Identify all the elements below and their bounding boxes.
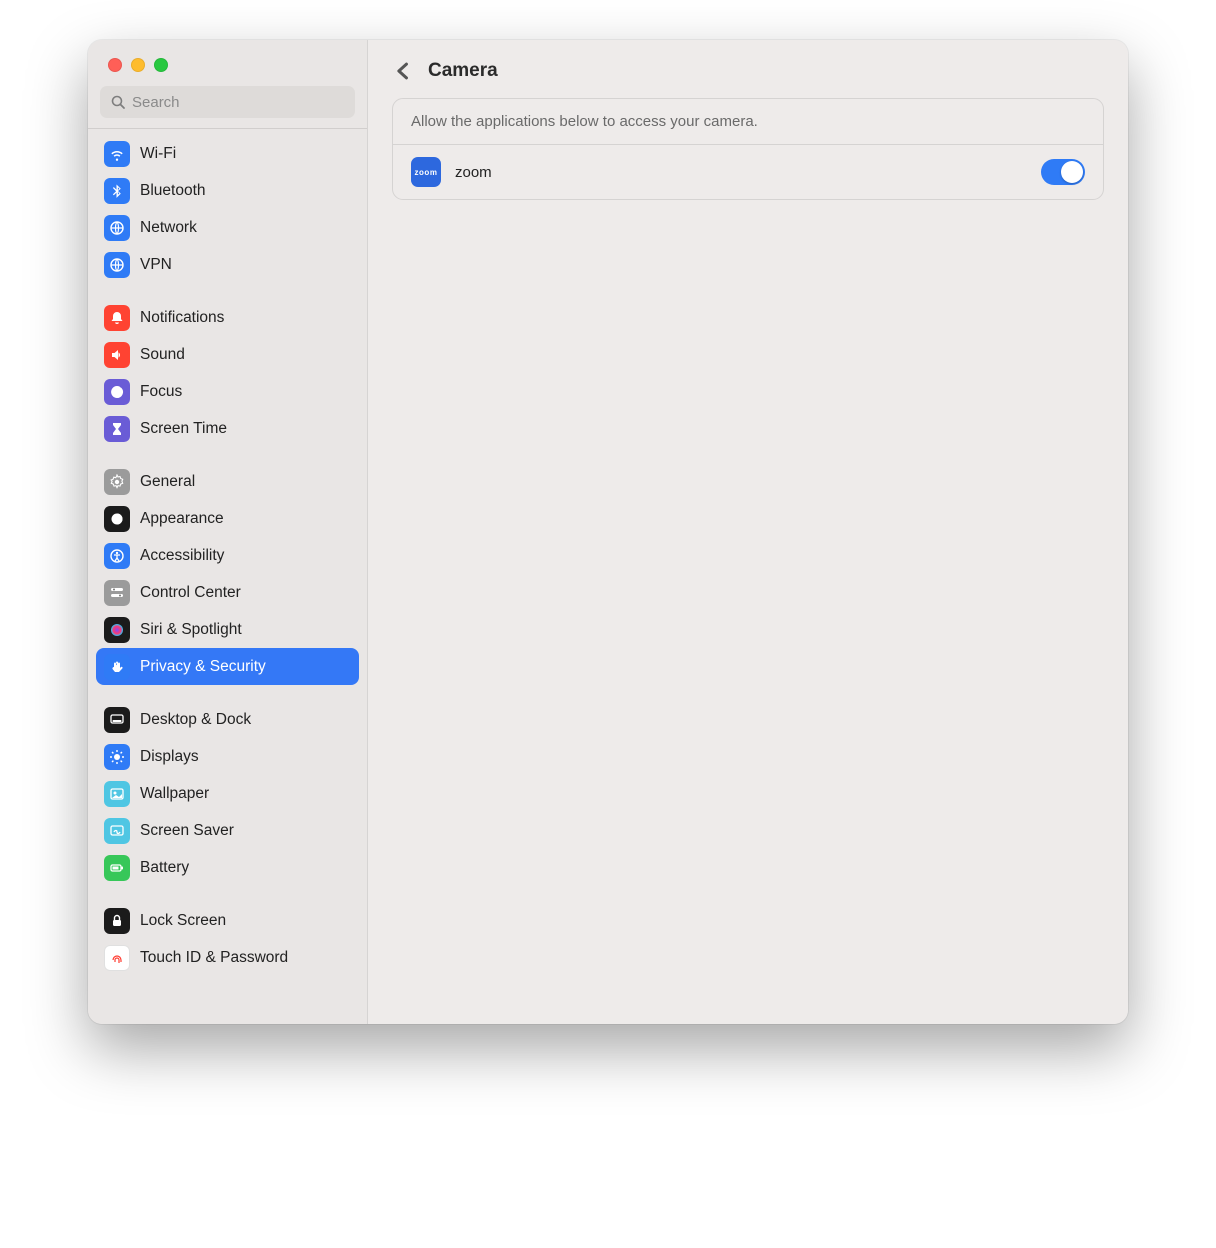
sidebar-item-vpn[interactable]: VPN xyxy=(96,246,359,283)
bell-icon xyxy=(104,305,130,331)
sidebar-item-accessibility[interactable]: Accessibility xyxy=(96,537,359,574)
lock-icon xyxy=(104,908,130,934)
displays-icon xyxy=(104,744,130,770)
minimize-window-button[interactable] xyxy=(131,58,145,72)
sidebar-item-displays[interactable]: Displays xyxy=(96,738,359,775)
sidebar-item-label: Privacy & Security xyxy=(140,658,266,676)
sidebar-item-sound[interactable]: Sound xyxy=(96,336,359,373)
search-field[interactable] xyxy=(100,86,355,118)
sidebar: Wi-Fi Bluetooth Network VPN Notifications Sou… xyxy=(88,40,368,1024)
app-name-label: zoom xyxy=(455,164,1027,181)
sidebar-item-label: Notifications xyxy=(140,309,224,327)
sidebar-item-focus[interactable]: Focus xyxy=(96,373,359,410)
search-input[interactable] xyxy=(132,94,345,111)
network-icon xyxy=(104,215,130,241)
wallpaper-icon xyxy=(104,781,130,807)
sidebar-item-label: Desktop & Dock xyxy=(140,711,251,729)
close-window-button[interactable] xyxy=(108,58,122,72)
sidebar-item-siri[interactable]: Siri & Spotlight xyxy=(96,611,359,648)
sidebar-item-label: Screen Time xyxy=(140,420,227,438)
battery-icon xyxy=(104,855,130,881)
sidebar-item-label: Focus xyxy=(140,383,182,401)
settings-window: Wi-Fi Bluetooth Network VPN Notifications Sou… xyxy=(88,40,1128,1024)
fingerprint-icon xyxy=(104,945,130,971)
bluetooth-icon xyxy=(104,178,130,204)
sound-icon xyxy=(104,342,130,368)
siri-icon xyxy=(104,617,130,643)
sidebar-item-bluetooth[interactable]: Bluetooth xyxy=(96,172,359,209)
sidebar-item-lock-screen[interactable]: Lock Screen xyxy=(96,902,359,939)
sidebar-item-screen-saver[interactable]: Screen Saver xyxy=(96,812,359,849)
gear-icon xyxy=(104,469,130,495)
window-controls xyxy=(88,40,367,86)
switches-icon xyxy=(104,580,130,606)
sidebar-item-label: Control Center xyxy=(140,584,241,602)
accessibility-icon xyxy=(104,543,130,569)
appearance-icon xyxy=(104,506,130,532)
back-button[interactable] xyxy=(392,60,414,82)
hand-icon xyxy=(104,654,130,680)
sidebar-item-label: Lock Screen xyxy=(140,912,226,930)
vpn-icon xyxy=(104,252,130,278)
app-access-toggle[interactable] xyxy=(1041,159,1085,185)
app-row-zoom: zoom zoom xyxy=(393,145,1103,199)
sidebar-item-label: Bluetooth xyxy=(140,182,206,200)
hourglass-icon xyxy=(104,416,130,442)
moon-icon xyxy=(104,379,130,405)
sidebar-item-privacy[interactable]: Privacy & Security xyxy=(96,648,359,685)
sidebar-item-wallpaper[interactable]: Wallpaper xyxy=(96,775,359,812)
sidebar-item-general[interactable]: General xyxy=(96,463,359,500)
sidebar-item-label: Displays xyxy=(140,748,199,766)
sidebar-item-control-center[interactable]: Control Center xyxy=(96,574,359,611)
sidebar-item-label: Accessibility xyxy=(140,547,224,565)
sidebar-item-label: VPN xyxy=(140,256,172,274)
sidebar-item-label: Screen Saver xyxy=(140,822,234,840)
dock-icon xyxy=(104,707,130,733)
panel-description: Allow the applications below to access y… xyxy=(393,99,1103,145)
sidebar-item-network[interactable]: Network xyxy=(96,209,359,246)
camera-access-panel: Allow the applications below to access y… xyxy=(392,98,1104,200)
sidebar-item-notifications[interactable]: Notifications xyxy=(96,299,359,336)
wifi-icon xyxy=(104,141,130,167)
sidebar-item-touch-id[interactable]: Touch ID & Password xyxy=(96,939,359,976)
sidebar-item-label: Wi-Fi xyxy=(140,145,176,163)
sidebar-item-wifi[interactable]: Wi-Fi xyxy=(96,135,359,172)
sidebar-item-desktop-dock[interactable]: Desktop & Dock xyxy=(96,701,359,738)
sidebar-item-battery[interactable]: Battery xyxy=(96,849,359,886)
main-header: Camera xyxy=(368,40,1128,98)
page-title: Camera xyxy=(428,60,498,82)
sidebar-item-label: Siri & Spotlight xyxy=(140,621,242,639)
sidebar-item-label: Battery xyxy=(140,859,189,877)
main-content: Camera Allow the applications below to a… xyxy=(368,40,1128,1024)
sidebar-item-label: Touch ID & Password xyxy=(140,949,288,967)
sidebar-item-label: General xyxy=(140,473,195,491)
sidebar-item-appearance[interactable]: Appearance xyxy=(96,500,359,537)
sidebar-item-screen-time[interactable]: Screen Time xyxy=(96,410,359,447)
sidebar-item-label: Network xyxy=(140,219,197,237)
sidebar-item-label: Wallpaper xyxy=(140,785,209,803)
screensaver-icon xyxy=(104,818,130,844)
search-icon xyxy=(110,94,126,110)
sidebar-item-label: Appearance xyxy=(140,510,224,528)
app-icon: zoom xyxy=(411,157,441,187)
fullscreen-window-button[interactable] xyxy=(154,58,168,72)
sidebar-item-label: Sound xyxy=(140,346,185,364)
